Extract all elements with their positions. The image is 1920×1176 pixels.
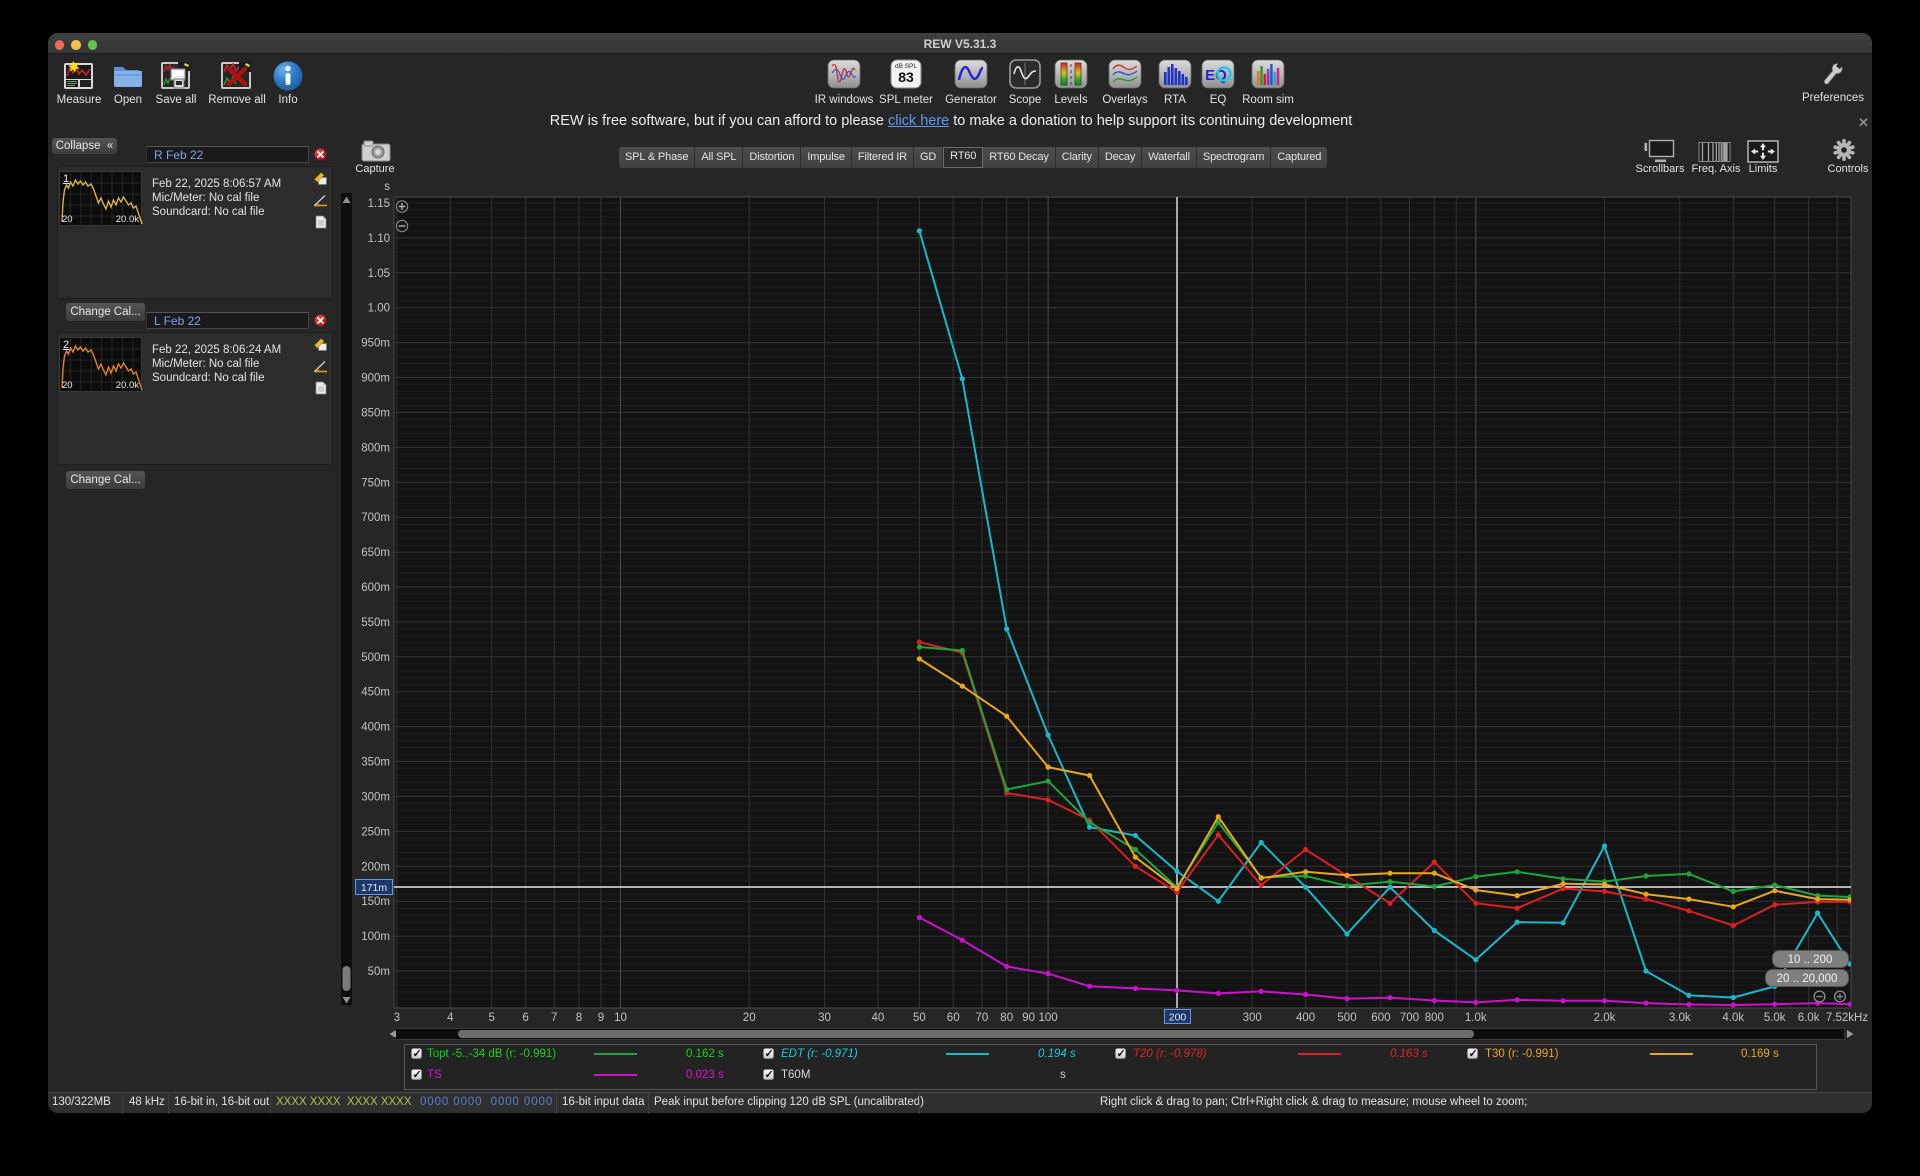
svg-text:8: 8: [576, 1012, 582, 1024]
svg-text:5.0k: 5.0k: [1764, 1012, 1786, 1024]
svg-text:950m: 950m: [361, 338, 390, 350]
svg-text:5: 5: [488, 1012, 494, 1024]
svg-text:1.0k: 1.0k: [1465, 1012, 1487, 1024]
svg-text:200m: 200m: [361, 861, 390, 873]
svg-text:6: 6: [522, 1012, 528, 1024]
svg-text:600: 600: [1371, 1012, 1390, 1024]
svg-text:650m: 650m: [361, 547, 390, 559]
svg-text:700: 700: [1400, 1012, 1419, 1024]
svg-text:60: 60: [947, 1012, 960, 1024]
svg-text:300: 300: [1243, 1012, 1262, 1024]
svg-text:500: 500: [1337, 1012, 1356, 1024]
svg-text:700m: 700m: [361, 512, 390, 524]
svg-text:800: 800: [1425, 1012, 1444, 1024]
svg-text:400m: 400m: [361, 722, 390, 734]
svg-text:50: 50: [913, 1012, 926, 1024]
svg-text:6.0k: 6.0k: [1798, 1012, 1820, 1024]
svg-text:600m: 600m: [361, 582, 390, 594]
svg-text:900m: 900m: [361, 373, 390, 385]
svg-text:20 .. 20,000: 20 .. 20,000: [1777, 973, 1838, 985]
svg-text:400: 400: [1296, 1012, 1315, 1024]
svg-text:40: 40: [872, 1012, 885, 1024]
svg-text:1.05: 1.05: [368, 268, 390, 280]
svg-text:90: 90: [1022, 1012, 1035, 1024]
svg-text:70: 70: [976, 1012, 989, 1024]
svg-text:4.0k: 4.0k: [1722, 1012, 1744, 1024]
svg-text:9: 9: [598, 1012, 604, 1024]
svg-text:100: 100: [1039, 1012, 1058, 1024]
svg-text:7.52kHz: 7.52kHz: [1826, 1012, 1868, 1024]
svg-text:350m: 350m: [361, 757, 390, 769]
svg-text:4: 4: [447, 1012, 454, 1024]
svg-text:2.0k: 2.0k: [1594, 1012, 1616, 1024]
svg-text:171m: 171m: [361, 882, 388, 894]
svg-text:1.15: 1.15: [368, 198, 390, 210]
svg-text:150m: 150m: [361, 896, 390, 908]
svg-text:550m: 550m: [361, 617, 390, 629]
svg-text:10: 10: [614, 1012, 627, 1024]
svg-text:80: 80: [1000, 1012, 1013, 1024]
svg-text:450m: 450m: [361, 687, 390, 699]
svg-text:s: s: [384, 181, 390, 193]
svg-text:100m: 100m: [361, 931, 390, 943]
svg-text:10 .. 200: 10 .. 200: [1788, 954, 1833, 966]
svg-text:800m: 800m: [361, 442, 390, 454]
svg-text:30: 30: [818, 1012, 831, 1024]
svg-text:1.10: 1.10: [368, 233, 390, 245]
svg-text:500m: 500m: [361, 652, 390, 664]
svg-text:250m: 250m: [361, 826, 390, 838]
svg-text:200: 200: [1169, 1012, 1187, 1024]
svg-text:3.0k: 3.0k: [1669, 1012, 1691, 1024]
svg-text:300m: 300m: [361, 791, 390, 803]
svg-text:7: 7: [551, 1012, 557, 1024]
svg-text:20: 20: [743, 1012, 756, 1024]
svg-text:850m: 850m: [361, 407, 390, 419]
svg-text:750m: 750m: [361, 477, 390, 489]
svg-text:50m: 50m: [368, 966, 390, 978]
svg-text:3: 3: [394, 1012, 400, 1024]
svg-text:1.00: 1.00: [368, 303, 390, 315]
